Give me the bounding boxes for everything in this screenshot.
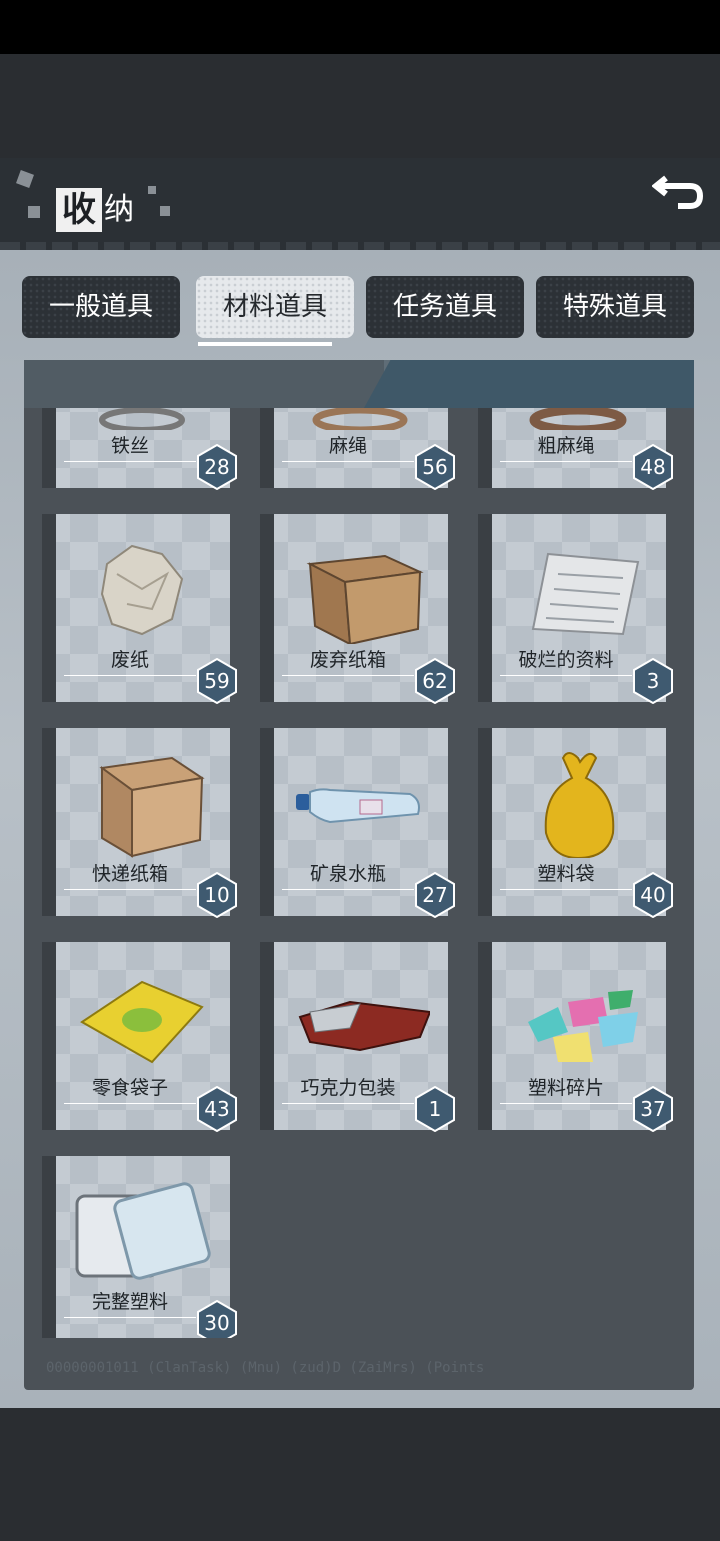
item-name: 零食袋子 [91, 1077, 168, 1099]
item-name: 矿泉水瓶 [309, 863, 386, 885]
item-card[interactable]: 废弃纸箱 62 [260, 514, 455, 704]
tab-general-items[interactable]: 一般道具 [22, 276, 180, 338]
status-bar [0, 0, 720, 54]
rope-icon [312, 408, 408, 430]
water-bottle-icon [296, 788, 420, 824]
item-name: 麻绳 [328, 435, 367, 457]
tab-label: 特殊道具 [562, 292, 667, 322]
storage-screen: 收 纳 一般道具 材料道具 任务道具 特殊道具 铁丝 28 麻绳 56 粗麻绳 … [0, 158, 720, 1408]
tab-material-items[interactable]: 材料道具 [196, 276, 354, 338]
item-card[interactable]: 矿泉水瓶 27 [260, 728, 455, 918]
item-card[interactable]: 粗麻绳 48 [478, 408, 673, 490]
item-name: 破烂的资料 [518, 649, 614, 671]
item-count-badge: 62 [414, 658, 456, 704]
decor-square [28, 206, 40, 218]
item-name: 塑料袋 [537, 863, 595, 885]
item-name: 废弃纸箱 [309, 649, 386, 671]
tab-label: 一般道具 [48, 292, 153, 322]
plastic-container-icon [75, 1182, 211, 1280]
item-name: 废纸 [110, 649, 149, 671]
tab-bar: 一般道具 材料道具 任务道具 特殊道具 [0, 276, 720, 342]
top-letterbox [0, 54, 720, 158]
item-count-badge: 43 [196, 1086, 238, 1132]
plastic-bag-icon [544, 752, 615, 858]
return-arrow-icon [652, 175, 704, 209]
item-name: 铁丝 [110, 435, 149, 457]
item-count-badge: 40 [632, 872, 674, 918]
item-grid[interactable]: 铁丝 28 麻绳 56 粗麻绳 48 废纸 59 废弃纸箱 62 破烂的资料 3… [42, 408, 682, 1338]
item-name: 完整塑料 [91, 1291, 168, 1313]
item-name: 粗麻绳 [537, 435, 595, 457]
wire-icon [99, 408, 185, 430]
item-card[interactable]: 铁丝 28 [42, 408, 237, 490]
item-card[interactable]: 完整塑料 30 [42, 1156, 237, 1338]
crumpled-paper-icon [100, 544, 184, 636]
decor-square [148, 186, 156, 194]
item-card[interactable]: 破烂的资料 3 [478, 514, 673, 704]
item-count-badge: 3 [632, 658, 674, 704]
item-card[interactable]: 废纸 59 [42, 514, 237, 704]
plastic-shards-icon [528, 990, 638, 1062]
decor-square [16, 170, 34, 188]
item-card[interactable]: 塑料袋 40 [478, 728, 673, 918]
item-name: 快递纸箱 [91, 863, 168, 885]
active-tab-indicator [198, 342, 332, 346]
chocolate-wrapper-icon [298, 1000, 430, 1052]
snack-bag-icon [80, 980, 204, 1064]
tab-label: 任务道具 [392, 292, 497, 322]
thick-rope-icon [529, 408, 627, 430]
item-count-badge: 28 [196, 444, 238, 490]
tab-special-items[interactable]: 特殊道具 [536, 276, 694, 338]
item-panel: 铁丝 28 麻绳 56 粗麻绳 48 废纸 59 废弃纸箱 62 破烂的资料 3… [24, 360, 694, 1390]
page-title-highlight: 收 [56, 188, 102, 232]
page-title: 纳 [104, 192, 134, 227]
item-count-badge: 1 [414, 1086, 456, 1132]
item-count-badge: 37 [632, 1086, 674, 1132]
shipping-box-icon [99, 756, 205, 858]
item-card[interactable]: 麻绳 56 [260, 408, 455, 490]
item-count-badge: 48 [632, 444, 674, 490]
item-count-badge: 27 [414, 872, 456, 918]
item-card[interactable]: 塑料碎片 37 [478, 942, 673, 1132]
tab-label: 材料道具 [222, 292, 327, 322]
item-count-badge: 10 [196, 872, 238, 918]
debug-footer-text: 00000001011 (ClanTask) (Mnu) (zud)D (Zai… [46, 1360, 485, 1376]
item-count-badge: 59 [196, 658, 238, 704]
tab-quest-items[interactable]: 任务道具 [366, 276, 524, 338]
item-card[interactable]: 快递纸箱 10 [42, 728, 237, 918]
item-card[interactable]: 零食袋子 43 [42, 942, 237, 1132]
item-name: 塑料碎片 [527, 1077, 604, 1099]
nav-stripe [0, 242, 720, 250]
item-count-badge: 30 [196, 1300, 238, 1338]
item-name: 巧克力包装 [300, 1077, 396, 1099]
bottom-letterbox [0, 1408, 720, 1541]
nav-bar: 收 纳 [0, 158, 720, 250]
back-button[interactable] [590, 158, 720, 242]
item-card[interactable]: 巧克力包装 1 [260, 942, 455, 1132]
old-cardboard-box-icon [306, 554, 424, 644]
decor-square [160, 206, 170, 216]
panel-header [24, 360, 694, 408]
torn-documents-icon [531, 552, 640, 636]
item-count-badge: 56 [414, 444, 456, 490]
